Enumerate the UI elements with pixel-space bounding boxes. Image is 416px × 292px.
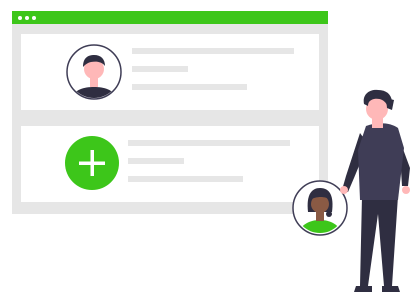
placeholder-line [128, 140, 290, 146]
add-profile-card [21, 126, 319, 202]
user-avatar-icon [292, 180, 348, 236]
illustration-canvas [0, 0, 416, 292]
placeholder-line [132, 84, 247, 90]
window-titlebar [12, 11, 328, 24]
browser-window [12, 11, 328, 214]
placeholder-line [128, 158, 184, 164]
window-control-dot [32, 15, 36, 20]
window-control-dot [18, 15, 22, 20]
placeholder-line [128, 176, 243, 182]
user-avatar-icon [66, 44, 122, 100]
placeholder-line [132, 48, 294, 54]
placeholder-line [132, 66, 188, 72]
person-figure [340, 89, 410, 292]
profile-card [21, 34, 319, 110]
window-control-dot [25, 15, 29, 20]
plus-icon[interactable] [65, 136, 121, 192]
